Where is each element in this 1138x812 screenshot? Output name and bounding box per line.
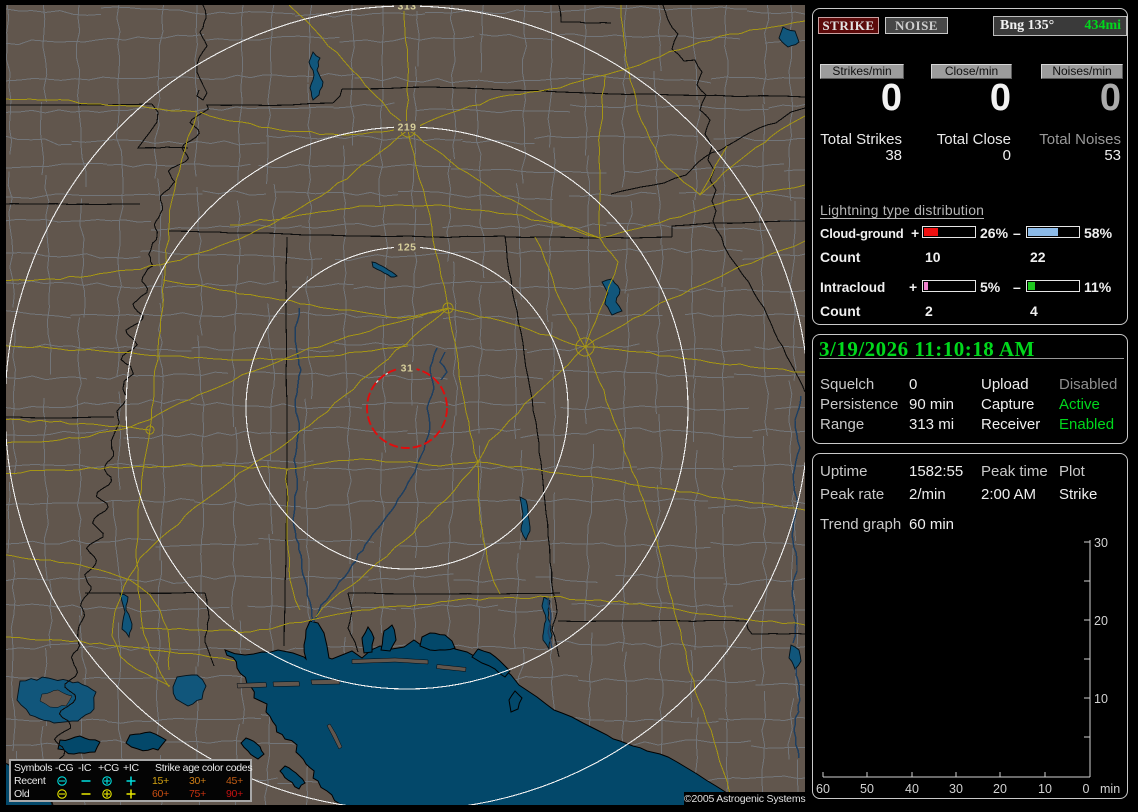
svg-text:40: 40 xyxy=(905,782,919,796)
svg-text:10: 10 xyxy=(1038,782,1052,796)
svg-text:0: 0 xyxy=(1083,782,1090,796)
svg-text:20: 20 xyxy=(993,782,1007,796)
svg-text:30: 30 xyxy=(1094,536,1108,550)
svg-text:30: 30 xyxy=(949,782,963,796)
svg-text:50: 50 xyxy=(860,782,874,796)
svg-text:20: 20 xyxy=(1094,614,1108,628)
svg-text:60: 60 xyxy=(816,782,830,796)
svg-text:min: min xyxy=(1100,782,1120,796)
svg-text:10: 10 xyxy=(1094,692,1108,706)
